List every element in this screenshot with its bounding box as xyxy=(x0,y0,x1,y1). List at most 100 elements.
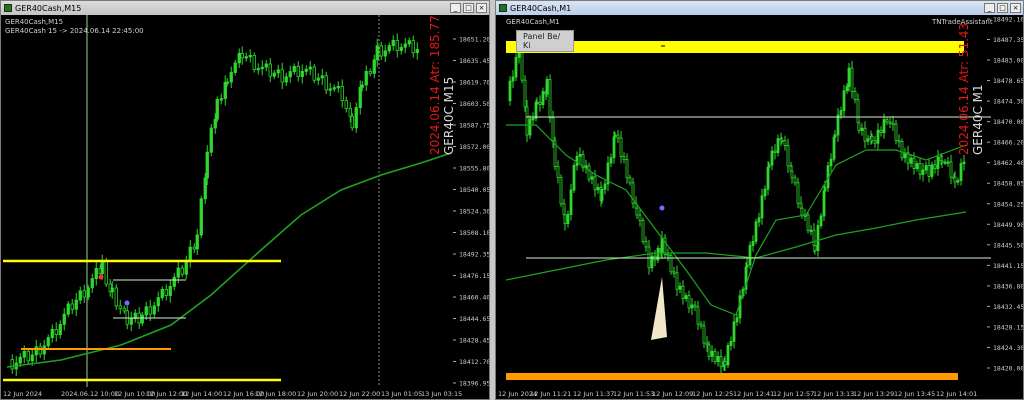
candle-body xyxy=(354,107,358,129)
price-chart-m1[interactable]: GER40Cash,M1 TNTradeAssistant 2024.06.14… xyxy=(496,15,1023,399)
resistance-zone[interactable] xyxy=(506,41,964,53)
maximize-icon[interactable]: □ xyxy=(463,3,474,13)
candle-body xyxy=(729,340,733,346)
price-label: 18603.50 xyxy=(459,100,489,108)
candle-body xyxy=(223,82,227,100)
candle-body xyxy=(22,350,26,358)
price-chart-m15[interactable]: GER40Cash,M15 GER40Cash 15 -> 2024.06.14… xyxy=(1,15,489,399)
candle-body xyxy=(707,344,711,357)
price-label: 18428.15 xyxy=(993,323,1023,331)
candle-body xyxy=(403,43,407,48)
candle-body xyxy=(411,40,415,54)
candle-body xyxy=(332,87,336,90)
candle-body xyxy=(876,129,880,144)
candle-body xyxy=(943,161,947,164)
candle-body xyxy=(569,189,573,215)
target-marker[interactable] xyxy=(659,205,665,211)
chart-header: GER40Cash,M15 xyxy=(5,18,63,26)
candle-body xyxy=(783,140,787,146)
candle-body xyxy=(915,163,919,170)
price-label: 18445.50 xyxy=(993,241,1023,249)
candle-body xyxy=(956,180,960,183)
candle-body xyxy=(590,176,594,180)
candle-body xyxy=(850,67,854,92)
candle-body xyxy=(324,75,328,91)
candle-body xyxy=(563,214,567,225)
support-zone[interactable] xyxy=(506,373,958,380)
price-label: 18474.30 xyxy=(993,98,1023,106)
price-label: 18444.65 xyxy=(459,315,489,323)
price-label: 18428.45 xyxy=(459,337,489,345)
candle-body xyxy=(176,267,180,278)
candle-body xyxy=(760,195,764,219)
candle-body xyxy=(129,318,133,325)
candle-body xyxy=(10,358,14,370)
candle-body xyxy=(100,260,104,275)
candle-body xyxy=(300,71,304,78)
candle-body xyxy=(912,157,916,169)
candle-body xyxy=(219,98,223,101)
close-icon[interactable]: × xyxy=(1010,3,1021,13)
candle-body xyxy=(885,119,889,123)
price-label: 18478.65 xyxy=(993,77,1023,85)
entry-marker[interactable] xyxy=(98,274,104,280)
candle-body xyxy=(535,101,539,105)
window-titlebar-m15[interactable]: GER40Cash,M15 _ □ × xyxy=(1,1,489,15)
candle-body xyxy=(46,337,50,347)
minimize-icon[interactable]: _ xyxy=(450,3,461,13)
price-label: 18424.30 xyxy=(993,344,1023,352)
candle-body xyxy=(551,117,555,142)
maximize-icon[interactable]: □ xyxy=(997,3,1008,13)
candle-body xyxy=(94,267,98,279)
candle-body xyxy=(763,188,767,197)
window-titlebar-m1[interactable]: GER40Cash,M1 _ □ × xyxy=(496,1,1023,15)
target-marker[interactable] xyxy=(124,300,130,306)
time-label: 12 Jun 20:00 xyxy=(297,390,338,398)
time-label: 12 Jun 12:09 xyxy=(652,390,693,398)
candle-body xyxy=(70,303,74,310)
candle-body xyxy=(225,81,229,84)
candle-body xyxy=(900,141,904,159)
chart-window-m1[interactable]: GER40Cash,M1 _ □ × GER40Cash,M1 TNTradeA… xyxy=(495,0,1024,400)
candle-body xyxy=(587,165,591,180)
panel-button[interactable]: Panel Be/ Ki xyxy=(516,30,574,52)
overlay-symbol: GER40C M1 xyxy=(971,84,985,155)
price-label: 18476.15 xyxy=(459,272,489,280)
price-label: 18619.70 xyxy=(459,79,489,87)
candle-body xyxy=(240,53,244,59)
price-label: 18492.10 xyxy=(993,16,1023,24)
price-label: 18487.35 xyxy=(993,36,1023,44)
candle-body xyxy=(256,68,260,71)
candle-body xyxy=(556,165,560,178)
candle-body xyxy=(387,45,391,52)
candle-body xyxy=(603,183,607,190)
candle-body xyxy=(780,139,784,143)
candle-body xyxy=(696,306,700,325)
candle-body xyxy=(800,207,804,216)
price-label: 18524.30 xyxy=(459,208,489,216)
candle-body xyxy=(754,221,758,242)
candle-body xyxy=(672,271,676,274)
candle-body xyxy=(252,55,256,71)
candle-body xyxy=(525,106,529,136)
candle-body xyxy=(936,156,940,169)
price-label: 18441.15 xyxy=(993,262,1023,270)
chart-window-m15[interactable]: GER40Cash,M15 _ □ × GER40Cash,M15 GER40C… xyxy=(0,0,490,400)
candle-body xyxy=(823,187,827,192)
candle-body xyxy=(215,99,219,120)
candle-body xyxy=(18,356,22,364)
candle-body xyxy=(751,240,755,246)
candle-body xyxy=(508,80,512,101)
candle-body xyxy=(927,165,931,177)
candle-body xyxy=(930,164,934,177)
candle-body xyxy=(684,295,688,300)
candle-body xyxy=(693,304,697,308)
candle-body xyxy=(531,118,535,121)
price-label: 18492.35 xyxy=(459,251,489,259)
candle-body xyxy=(523,79,527,108)
price-label: 18572.00 xyxy=(459,143,489,151)
close-icon[interactable]: × xyxy=(476,3,487,13)
minimize-icon[interactable]: _ xyxy=(984,3,995,13)
candle-body xyxy=(213,118,217,129)
candle-body xyxy=(616,134,620,139)
